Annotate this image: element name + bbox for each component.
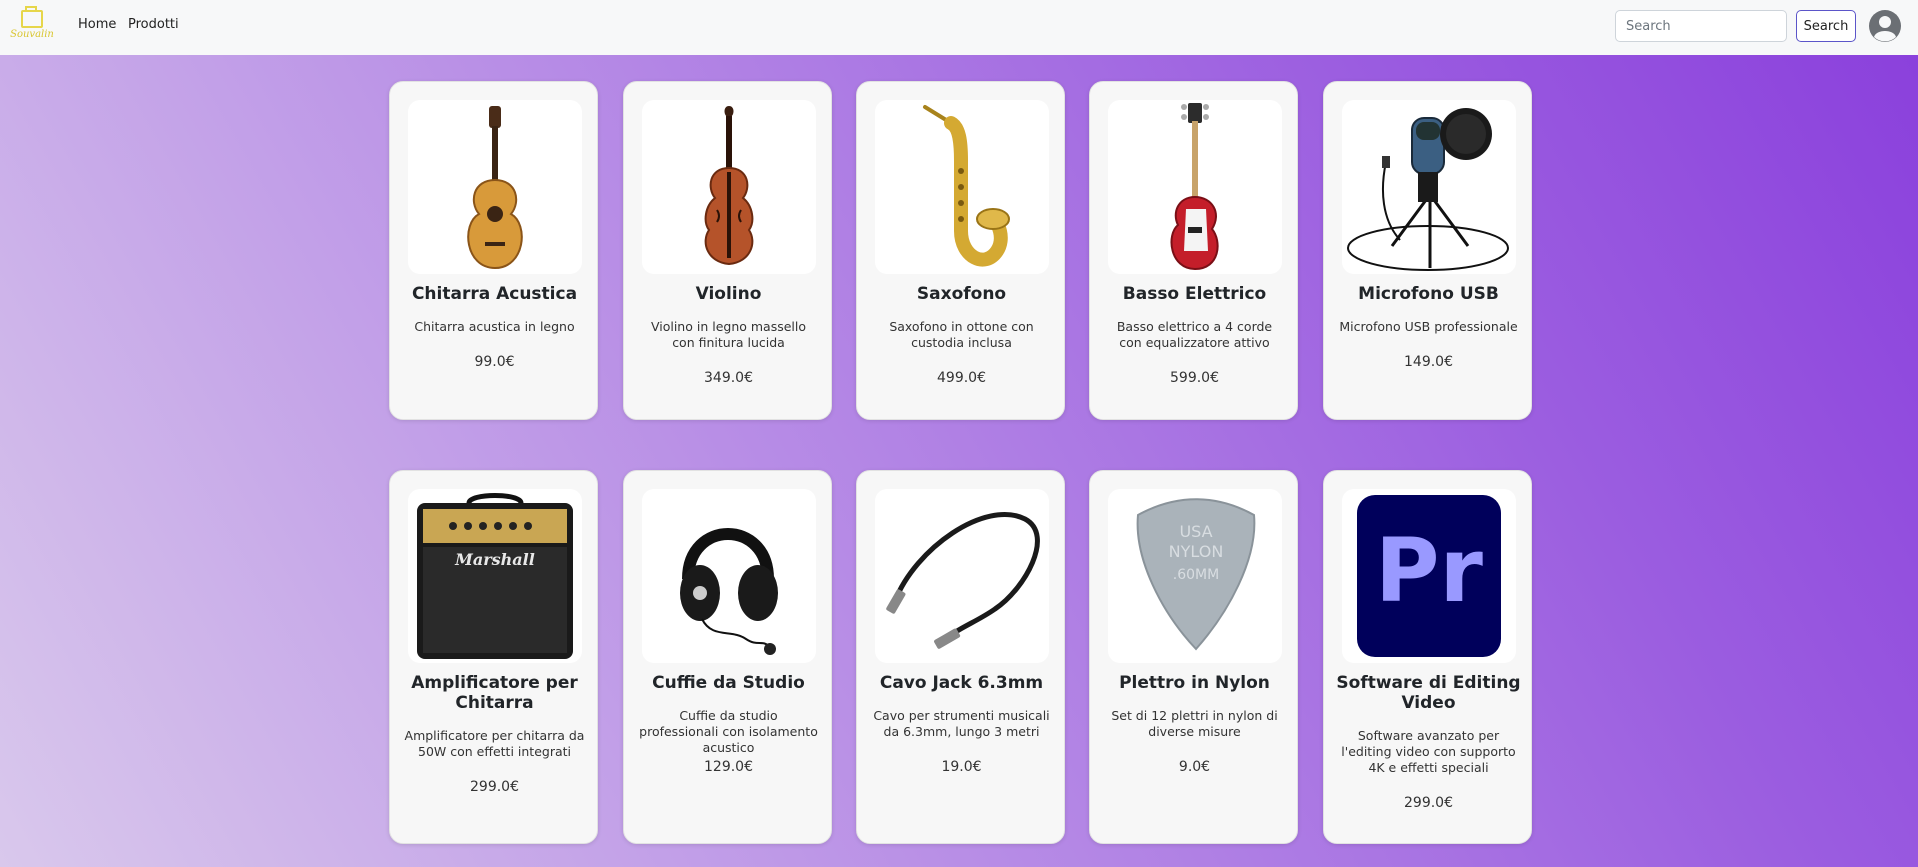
bass-guitar-icon	[1170, 103, 1219, 271]
product-card[interactable]: Saxofono Saxofono in ottone con custodia…	[856, 81, 1065, 420]
product-name: Basso Elettrico	[1122, 284, 1267, 304]
product-description: Saxofono in ottone con custodia inclusa	[889, 319, 1034, 350]
product-description: Set di 12 plettri in nylon di diverse mi…	[1111, 708, 1278, 739]
product-price: 349.0€	[704, 370, 753, 386]
search-input[interactable]	[1615, 10, 1787, 42]
acoustic-guitar-icon	[467, 106, 523, 270]
product-card[interactable]: USA NYLON .60MM Plettro in Nylon Set di …	[1089, 470, 1298, 844]
product-price: 499.0€	[937, 370, 986, 386]
product-image	[642, 100, 816, 274]
product-image: USA NYLON .60MM	[1108, 489, 1282, 663]
product-name: Saxofono	[916, 284, 1007, 304]
product-price: 19.0€	[941, 759, 982, 775]
pick-text-line-2: NYLON	[1169, 542, 1224, 561]
product-price: 299.0€	[470, 779, 519, 795]
product-image	[875, 489, 1049, 663]
premiere-logo-text: Pr	[1375, 519, 1483, 622]
product-description: Cuffie da studio professionali con isola…	[639, 708, 818, 755]
product-price: 149.0€	[1404, 354, 1453, 370]
product-description: Microfono USB professionale	[1339, 319, 1518, 334]
product-description: Software avanzato per l'editing video co…	[1341, 728, 1516, 775]
product-description: Cavo per strumenti musicali da 6.3mm, lu…	[873, 708, 1050, 739]
brand-logo[interactable]: Souvalin	[8, 6, 56, 44]
product-card[interactable]: Basso Elettrico Basso elettrico a 4 cord…	[1089, 81, 1298, 420]
product-name: Cuffie da Studio	[652, 673, 805, 693]
product-image	[875, 100, 1049, 274]
usb-microphone-icon	[1347, 108, 1509, 271]
user-avatar-icon[interactable]	[1868, 9, 1902, 43]
product-description: Amplificatore per chitarra da 50W con ef…	[404, 728, 585, 759]
product-price: 599.0€	[1170, 370, 1219, 386]
amp-logo-text: Marshall	[454, 550, 535, 569]
headphones-icon	[680, 528, 778, 655]
box-icon	[21, 6, 43, 28]
nav-products[interactable]: Prodotti	[128, 17, 179, 32]
product-card[interactable]: Pr Software di Editing Video Software av…	[1323, 470, 1532, 844]
product-image	[1342, 100, 1516, 274]
pick-text-line-1: USA	[1179, 522, 1212, 541]
saxophone-icon	[923, 105, 1010, 267]
product-image	[642, 489, 816, 663]
product-name: Violino	[695, 284, 762, 304]
product-description: Chitarra acustica in legno	[414, 319, 575, 334]
nav-home[interactable]: Home	[78, 17, 116, 32]
product-image	[1108, 100, 1282, 274]
product-name: Plettro in Nylon	[1119, 673, 1270, 693]
product-card[interactable]: Microfono USB Microfono USB professional…	[1323, 81, 1532, 420]
search-button[interactable]: Search	[1796, 10, 1856, 42]
product-card[interactable]: Marshall Amplificatore per Chitarra Ampl…	[389, 470, 598, 844]
product-image	[408, 100, 582, 274]
jack-cable-icon	[886, 512, 1040, 649]
product-name: Microfono USB	[1358, 284, 1499, 304]
product-price: 129.0€	[704, 759, 753, 775]
product-name: Amplificatore per Chitarra	[411, 673, 578, 713]
premiere-logo-icon: Pr	[1357, 495, 1501, 657]
navbar: Souvalin Home Prodotti Search	[0, 0, 1918, 55]
product-card[interactable]: Cavo Jack 6.3mm Cavo per strumenti music…	[856, 470, 1065, 844]
pick-text-line-3: .60MM	[1173, 567, 1219, 583]
violin-icon	[704, 106, 754, 266]
product-description: Basso elettrico a 4 corde con equalizzat…	[1116, 319, 1273, 350]
product-card[interactable]: Violino Violino in legno massello con fi…	[623, 81, 832, 420]
product-image: Pr	[1342, 489, 1516, 663]
brand-name: Souvalin	[10, 29, 54, 40]
product-name: Software di Editing Video	[1336, 673, 1521, 713]
product-image: Marshall	[408, 489, 582, 663]
amplifier-icon: Marshall	[417, 493, 573, 659]
product-price: 299.0€	[1404, 795, 1453, 811]
product-description: Violino in legno massello con finitura l…	[650, 319, 807, 350]
product-name: Chitarra Acustica	[411, 284, 578, 304]
product-card[interactable]: Cuffie da Studio Cuffie da studio profes…	[623, 470, 832, 844]
guitar-pick-icon: USA NYLON .60MM	[1136, 498, 1256, 651]
product-price: 99.0€	[474, 354, 515, 370]
product-price: 9.0€	[1178, 759, 1211, 775]
product-name: Cavo Jack 6.3mm	[879, 673, 1044, 693]
product-card[interactable]: Chitarra Acustica Chitarra acustica in l…	[389, 81, 598, 420]
